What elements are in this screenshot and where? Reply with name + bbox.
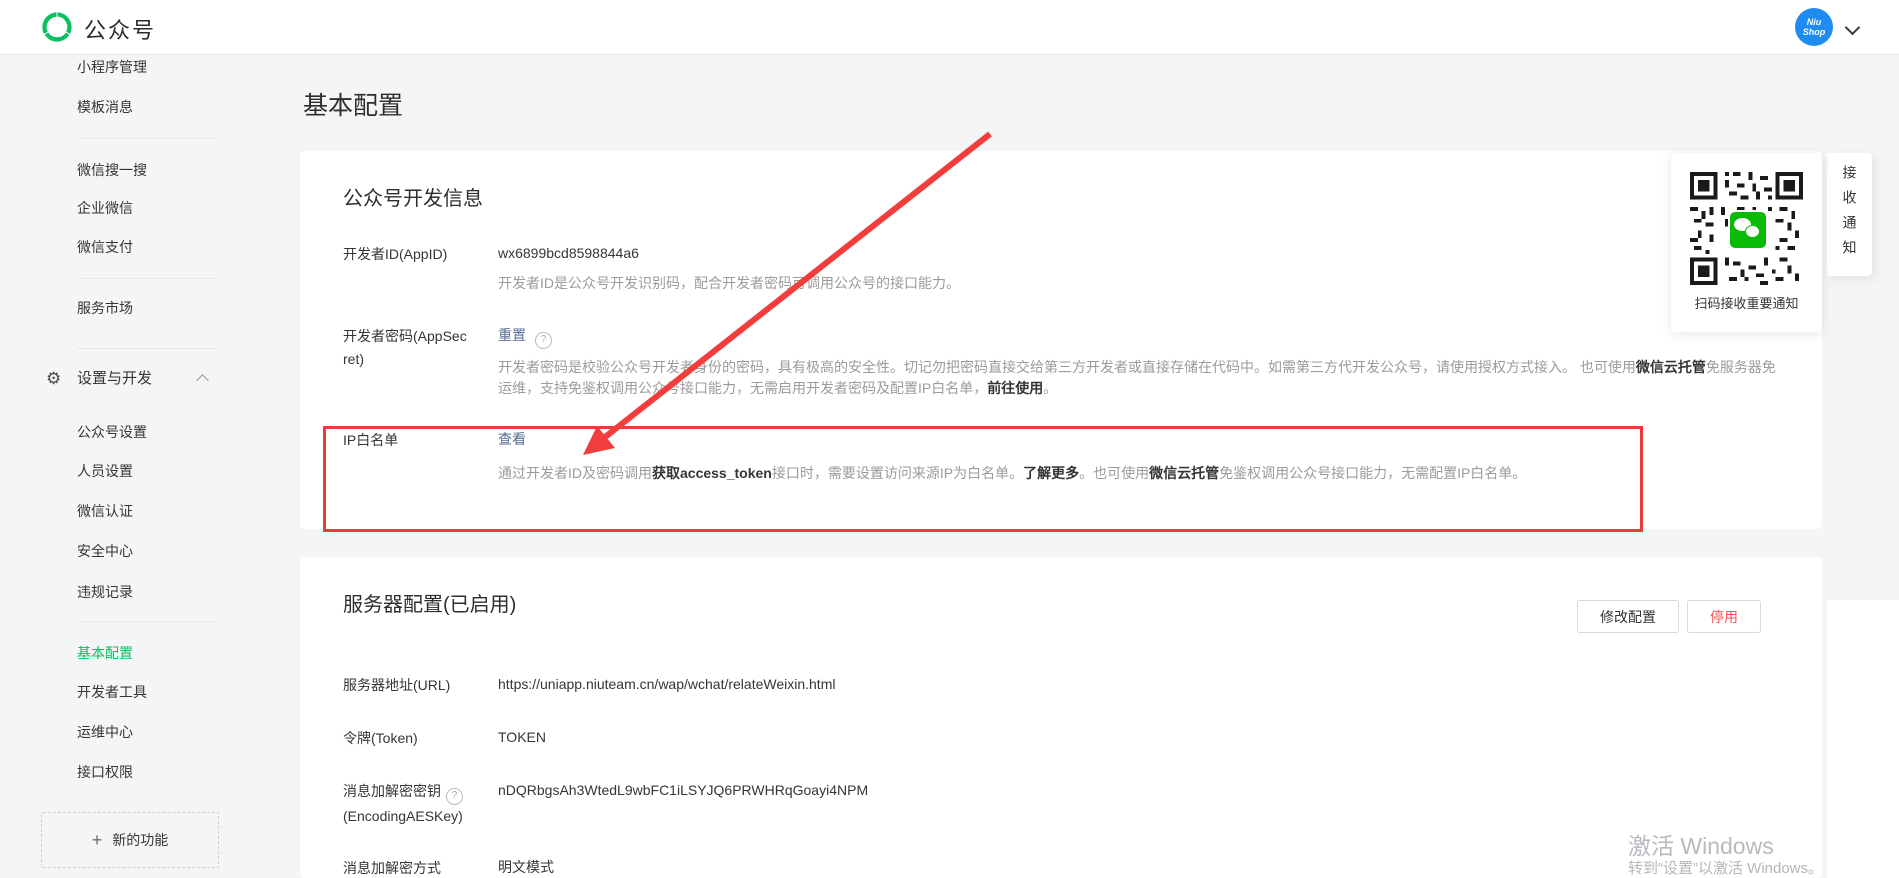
sidebar-divider <box>77 278 218 279</box>
appid-label: 开发者ID(AppID) <box>343 243 493 266</box>
encrypt-mode-value: 明文模式 <box>498 857 554 877</box>
aeskey-label-line2: (EncodingAESKey) <box>343 808 463 824</box>
encrypt-mode-label: 消息加解密方式 <box>343 857 493 878</box>
appsecret-reset-link[interactable]: 重置 <box>498 327 526 343</box>
dev-info-card: 公众号开发信息 开发者ID(AppID) wx6899bcd8598844a6 … <box>300 151 1822 529</box>
sidebar-item-verification[interactable]: 微信认证 <box>77 501 133 521</box>
qr-caption: 扫码接收重要通知 <box>1671 293 1822 312</box>
sidebar-item-wework[interactable]: 企业微信 <box>77 198 133 218</box>
chevron-up-icon[interactable] <box>196 374 209 387</box>
receive-notice-label: 接收通知 <box>1840 165 1860 265</box>
sidebar-item-security-center[interactable]: 安全中心 <box>77 541 133 561</box>
desc-text: 运维，支持免鉴权调用公众号接口能力，无需启用开发者密码及配置IP白名单， <box>498 380 987 396</box>
appsecret-desc-line1: 开发者密码是校验公众号开发者身份的密码，具有极高的安全性。切记勿把密码直接交给第… <box>498 357 1776 378</box>
sidebar-item-search[interactable]: 微信搜一搜 <box>77 160 147 180</box>
modify-config-button[interactable]: 修改配置 <box>1577 600 1679 633</box>
sidebar-item-template-msg[interactable]: 模板消息 <box>77 97 133 117</box>
aeskey-value: nDQRbgsAh3WtedL9wbFC1iLSYJQ6PRWHRqGoayi4… <box>498 780 868 800</box>
token-label: 令牌(Token) <box>343 727 493 750</box>
ip-whitelist-label: IP白名单 <box>343 429 493 452</box>
new-feature-button[interactable]: + 新的功能 <box>41 812 219 868</box>
appsecret-label: 开发者密码(AppSec ret) <box>343 325 493 371</box>
sidebar-item-violation-record[interactable]: 违规记录 <box>77 582 133 602</box>
go-use-link[interactable]: 前往使用 <box>987 380 1043 396</box>
desc-text: 免鉴权调用公众号接口能力，无需配置IP白名单。 <box>1219 465 1526 481</box>
sidebar-item-ops-center[interactable]: 运维中心 <box>77 722 133 742</box>
desc-text: 接口时，需要设置访问来源IP为白名单。 <box>772 465 1023 481</box>
sidebar-item-wepay[interactable]: 微信支付 <box>77 237 133 257</box>
account-menu-chevron-down-icon[interactable] <box>1845 20 1861 36</box>
plus-icon: + <box>92 830 103 851</box>
sidebar-nav: 小程序管理 模板消息 微信搜一搜 企业微信 微信支付 服务市场 ⚙ 设置与开发 … <box>0 54 250 878</box>
cloud-hosting-link[interactable]: 微信云托管 <box>1636 359 1706 375</box>
wechat-mp-admin-basic-config: 公众号 Niu Shop 小程序管理 模板消息 微信搜一搜 企业微信 微信支付 … <box>0 0 1899 878</box>
sidebar-item-dev-tools[interactable]: 开发者工具 <box>77 682 147 702</box>
ip-whitelist-actions: 查看 <box>498 429 526 449</box>
appsecret-label-line2: ret) <box>343 351 364 367</box>
wechat-mp-logo-icon <box>40 10 74 47</box>
ip-whitelist-view-link[interactable]: 查看 <box>498 431 526 447</box>
gear-icon: ⚙ <box>46 369 61 389</box>
sidebar-item-staff-settings[interactable]: 人员设置 <box>77 461 133 481</box>
server-config-card: 服务器配置(已启用) 修改配置 停用 服务器地址(URL) https://un… <box>300 557 1822 878</box>
new-feature-label: 新的功能 <box>112 830 168 850</box>
brand[interactable]: 公众号 <box>40 10 156 47</box>
server-url-value: https://uniapp.niuteam.cn/wap/wchat/rela… <box>498 674 835 694</box>
sidebar-section-settings-dev[interactable]: 设置与开发 <box>77 369 152 389</box>
aeskey-label: 消息加解密密钥? (EncodingAESKey) <box>343 780 493 828</box>
avatar-text: Shop <box>1803 27 1826 37</box>
appid-value: wx6899bcd8598844a6 <box>498 243 639 263</box>
qr-code <box>1690 172 1803 285</box>
desc-text: 。也可使用 <box>1079 465 1149 481</box>
desc-text: 免服务器免 <box>1706 359 1776 375</box>
account-avatar[interactable]: Niu Shop <box>1795 8 1833 46</box>
appsecret-label-line1: 开发者密码(AppSec <box>343 328 467 344</box>
avatar-text: Niu <box>1807 17 1822 27</box>
cloud-hosting-link[interactable]: 微信云托管 <box>1149 465 1219 481</box>
appsecret-desc-line2: 运维，支持免鉴权调用公众号接口能力，无需启用开发者密码及配置IP白名单，前往使用… <box>498 378 1057 399</box>
question-icon[interactable]: ? <box>446 788 463 805</box>
sidebar-item-api-permission[interactable]: 接口权限 <box>77 762 133 782</box>
receive-notice-tab[interactable]: 接收通知 <box>1827 153 1872 276</box>
desc-text: 。 <box>1043 380 1057 396</box>
dev-info-title: 公众号开发信息 <box>343 182 483 211</box>
sidebar-item-basic-config[interactable]: 基本配置 <box>77 643 133 663</box>
sidebar-item-account-settings[interactable]: 公众号设置 <box>77 422 147 442</box>
top-bar: 公众号 Niu Shop <box>0 0 1899 55</box>
aeskey-label-line1: 消息加解密密钥 <box>343 783 441 799</box>
sidebar-divider <box>77 138 218 139</box>
ip-whitelist-desc: 通过开发者ID及密码调用获取access_token接口时，需要设置访问来源IP… <box>498 463 1526 484</box>
sidebar-item-miniprogram[interactable]: 小程序管理 <box>77 57 147 77</box>
server-config-title: 服务器配置(已启用) <box>343 588 516 617</box>
question-icon[interactable]: ? <box>535 332 552 349</box>
get-access-token-text: 获取access_token <box>652 465 772 481</box>
background-panel <box>1827 600 1899 878</box>
disable-button[interactable]: 停用 <box>1687 600 1761 633</box>
desc-text: 通过开发者ID及密码调用 <box>498 465 652 481</box>
product-name: 公众号 <box>84 13 156 45</box>
sidebar-item-service-market[interactable]: 服务市场 <box>77 298 133 318</box>
page-title: 基本配置 <box>303 86 403 122</box>
notice-qr-card: 扫码接收重要通知 <box>1671 153 1822 332</box>
wechat-logo-icon <box>1728 210 1768 250</box>
sidebar-divider <box>77 348 218 349</box>
desc-text: 开发者密码是校验公众号开发者身份的密码，具有极高的安全性。切记勿把密码直接交给第… <box>498 359 1636 375</box>
token-value: TOKEN <box>498 727 546 747</box>
sidebar-divider <box>77 621 218 622</box>
appid-desc: 开发者ID是公众号开发识别码，配合开发者密码可调用公众号的接口能力。 <box>498 273 960 294</box>
server-url-label: 服务器地址(URL) <box>343 674 493 697</box>
learn-more-link[interactable]: 了解更多 <box>1023 465 1079 481</box>
appsecret-actions: 重置 ? <box>498 325 552 349</box>
